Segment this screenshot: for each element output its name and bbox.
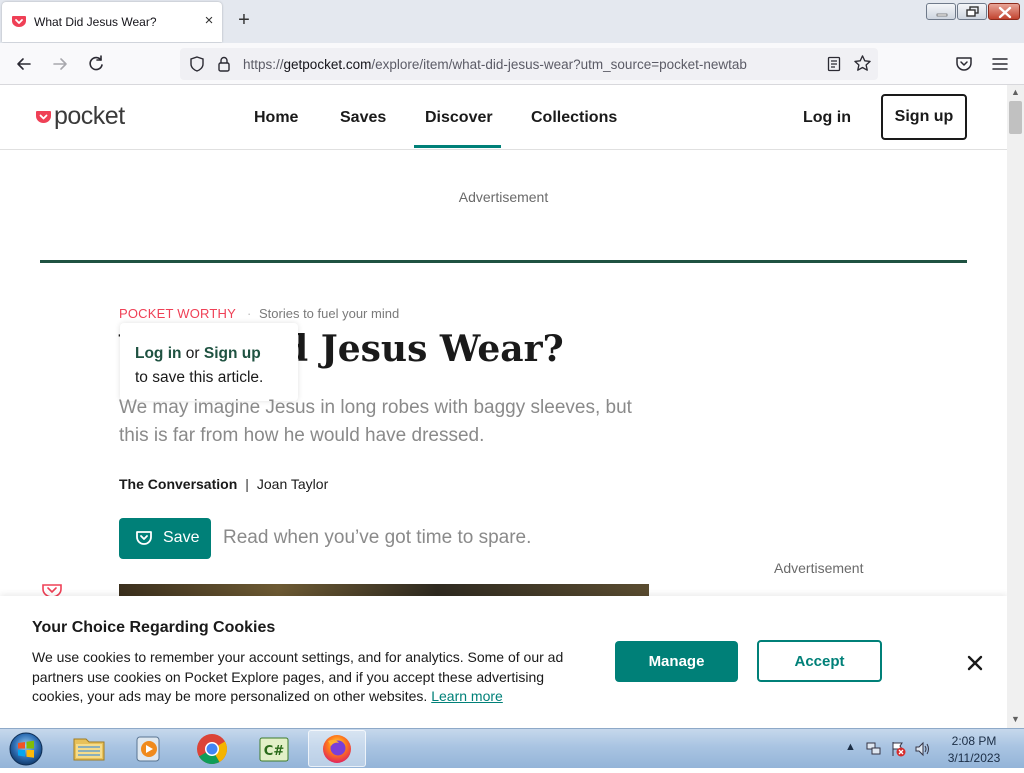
windows-taskbar: C# ▲ 2:08 PM 3/11/2023 [0,728,1024,768]
nav-home[interactable]: Home [254,109,298,127]
pocket-logo[interactable]: pocket [36,102,136,131]
section-divider [40,260,967,263]
popover-login-link[interactable]: Log in [135,345,182,362]
action-center-flag-icon[interactable] [890,741,906,757]
new-tab-button[interactable]: + [234,9,254,33]
page-scrollbar[interactable]: ▲ ▼ [1007,85,1024,728]
pocket-save-icon [136,531,152,545]
signup-button-label: Sign up [894,108,954,125]
csharp-icon: C# [259,737,289,762]
cookie-banner-title: Your Choice Regarding Cookies [32,619,276,636]
popover-signup-link[interactable]: Sign up [204,345,261,362]
pocket-favicon-icon [12,16,26,27]
tab-close-icon[interactable]: × [201,12,217,30]
author-name: Joan Taylor [256,476,329,492]
url-path: /explore/item/what-did-jesus-wear?utm_so… [371,57,747,72]
pocket-worthy-kicker[interactable]: POCKET WORTHY [119,306,236,321]
nav-saves[interactable]: Saves [340,109,386,127]
close-icon[interactable] [964,652,986,674]
accept-cookies-button[interactable]: Accept [757,640,882,682]
save-article-button[interactable]: Save [119,518,211,559]
show-hidden-icons-icon[interactable]: ▲ [845,741,856,753]
window-minimize-button[interactable] [926,3,956,20]
taskbar-clock-time[interactable]: 2:08 PM [944,734,1004,748]
web-page-content: pocket Home Saves Discover Collections L… [0,85,1007,728]
accept-button-label: Accept [794,653,845,670]
url-scheme: https:// [243,57,284,72]
scroll-down-icon[interactable]: ▼ [1011,714,1020,724]
popover-line-2: to save this article. [135,369,264,386]
publisher-name: The Conversation [119,476,238,492]
save-tagline: Read when you’ve got time to spare. [223,527,532,548]
nav-collections[interactable]: Collections [531,109,617,127]
pocket-logo-icon [36,111,51,123]
bookmark-star-icon[interactable] [853,54,872,73]
active-nav-indicator [414,145,501,148]
logo-wordmark: pocket [54,102,125,130]
scroll-up-icon[interactable]: ▲ [1011,87,1020,97]
svg-text:C#: C# [264,744,285,759]
kicker-tagline: Stories to fuel your mind [259,306,400,321]
close-icon [998,6,1012,19]
media-player-icon [136,736,160,762]
site-header: pocket Home Saves Discover Collections L… [0,85,1007,150]
tab-title: What Did Jesus Wear? [34,15,157,29]
popover-or-text: or [181,345,204,362]
save-button-label: Save [163,529,200,546]
taskbar-clock-date[interactable]: 3/11/2023 [944,751,1004,765]
manage-cookies-button[interactable]: Manage [615,641,738,682]
article-excerpt: We may imagine Jesus in long robes with … [119,397,632,446]
taskbar-media-player[interactable] [120,730,178,767]
advertisement-label-top: Advertisement [458,189,549,205]
back-arrow-icon[interactable] [14,54,34,74]
forward-arrow-icon[interactable] [50,54,70,74]
save-login-popover: Log in or Sign up to save this article. [120,323,298,401]
cookie-banner-body: We use cookies to remember your account … [32,648,592,707]
window-close-button[interactable] [988,3,1020,20]
windows-start-button[interactable] [5,731,47,767]
taskbar-google-chrome[interactable] [183,730,241,767]
popover-line-1: Log in or Sign up [135,345,261,363]
folder-icon [73,738,105,761]
article-byline: The Conversation | Joan Taylor [119,476,328,492]
url-domain: getpocket.com [283,57,372,72]
chrome-icon [197,734,228,765]
firefox-icon [323,735,351,763]
padlock-icon[interactable] [216,55,232,73]
reader-view-icon[interactable] [826,56,842,72]
address-bar[interactable]: https://getpocket.com/explore/item/what-… [180,48,878,80]
scrollbar-thumb[interactable] [1009,101,1022,134]
taskbar-firefox-active[interactable] [308,730,366,767]
hamburger-menu-icon[interactable] [990,54,1010,74]
login-link[interactable]: Log in [803,109,851,127]
tracking-protection-shield-icon[interactable] [188,55,206,73]
manage-button-label: Manage [648,653,705,670]
reload-icon[interactable] [86,54,106,74]
learn-more-link[interactable]: Learn more [431,688,503,704]
kicker-separator: · [247,306,252,321]
pocket-save-icon[interactable] [954,54,974,74]
volume-icon[interactable] [914,741,932,757]
signup-button[interactable]: Sign up [881,94,967,140]
taskbar-csharp-editor[interactable]: C# [246,730,304,767]
window-restore-button[interactable] [957,3,987,20]
browser-tab-active[interactable]: What Did Jesus Wear? × [2,2,222,42]
byline-separator: | [245,476,249,492]
browser-navigation-bar: https://getpocket.com/explore/item/what-… [0,43,1024,85]
taskbar-windows-explorer[interactable] [60,730,118,767]
network-icon[interactable] [866,741,882,757]
restore-icon [966,6,979,17]
url-text[interactable]: https://getpocket.com/explore/item/what-… [243,57,747,72]
browser-tab-strip: What Did Jesus Wear? × + [0,0,1024,43]
cookie-consent-banner: Your Choice Regarding Cookies We use coo… [0,596,1007,728]
minimize-icon [936,13,948,17]
nav-discover[interactable]: Discover [425,109,493,127]
advertisement-label-side: Advertisement [774,560,864,576]
